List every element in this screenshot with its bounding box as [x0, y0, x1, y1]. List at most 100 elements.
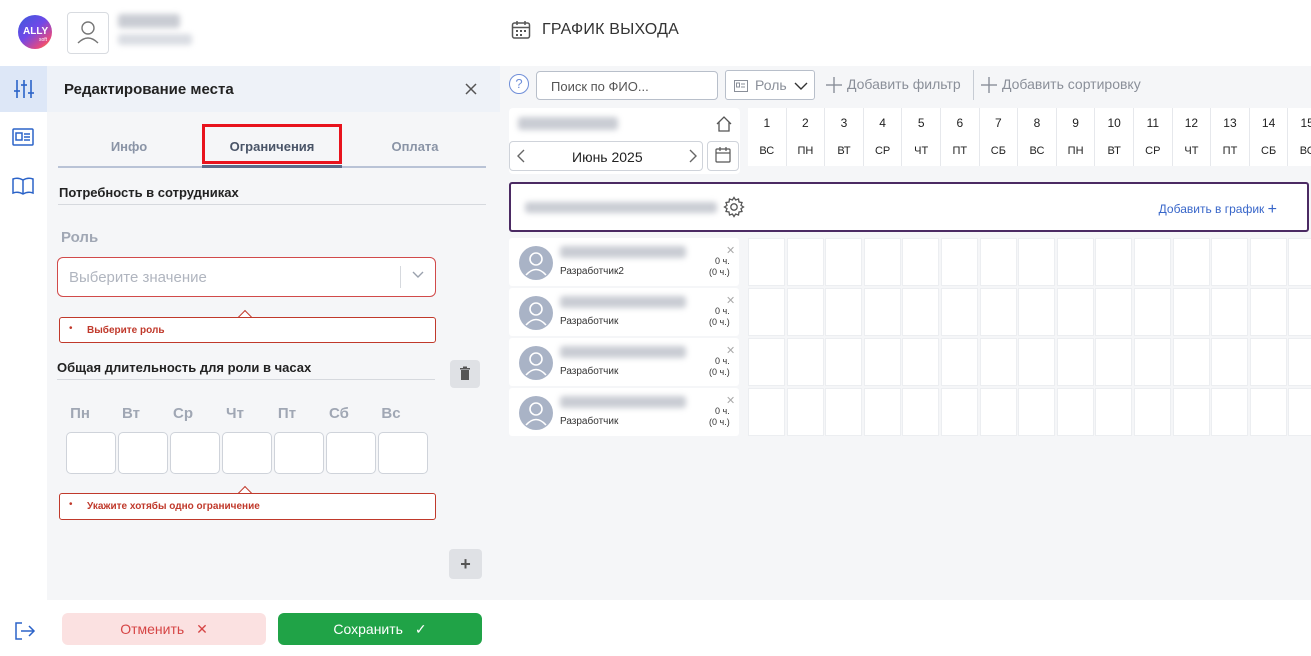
schedule-cell[interactable] [863, 388, 901, 436]
cancel-button[interactable]: Отменить ✕ [62, 613, 266, 645]
schedule-cell[interactable] [748, 238, 785, 286]
sliders-icon[interactable] [13, 78, 35, 105]
help-icon[interactable]: ? [509, 74, 529, 94]
hours-input-thu[interactable] [222, 432, 272, 474]
hours-input-tue[interactable] [118, 432, 168, 474]
schedule-cell[interactable] [979, 338, 1017, 386]
left-rail [0, 66, 47, 656]
schedule-cell[interactable] [1095, 238, 1133, 286]
role-filter-dropdown[interactable]: Роль [725, 70, 815, 100]
logout-icon[interactable] [14, 621, 36, 646]
tab-info[interactable]: Инфо [59, 139, 199, 154]
schedule-cell[interactable] [902, 338, 940, 386]
schedule-cell[interactable] [1018, 388, 1056, 436]
schedule-cell[interactable] [1134, 388, 1171, 436]
schedule-cell[interactable] [1249, 238, 1287, 286]
employee-row[interactable]: Разработчик2 ✕ 0 ч. (0 ч.) [509, 238, 739, 286]
schedule-cell[interactable] [941, 388, 978, 436]
schedule-cell[interactable] [863, 338, 901, 386]
save-button[interactable]: Сохранить ✓ [278, 613, 482, 645]
search-input[interactable]: Поиск по ФИО... [536, 71, 718, 100]
schedule-cell[interactable] [1018, 288, 1056, 336]
schedule-cell[interactable] [902, 238, 940, 286]
schedule-cell[interactable] [1211, 288, 1249, 336]
schedule-cell[interactable] [786, 338, 824, 386]
schedule-cell[interactable] [979, 388, 1017, 436]
chevron-down-icon[interactable] [411, 267, 425, 284]
schedule-cell[interactable] [786, 288, 824, 336]
schedule-cell[interactable] [1211, 238, 1249, 286]
schedule-cell[interactable] [863, 238, 901, 286]
schedule-cell[interactable] [902, 388, 940, 436]
schedule-cell[interactable] [1172, 288, 1210, 336]
schedule-cell[interactable] [941, 338, 978, 386]
app-logo[interactable]: ALLY soft [14, 12, 56, 54]
gear-icon[interactable] [723, 196, 745, 223]
schedule-cell[interactable] [1134, 338, 1171, 386]
close-icon[interactable] [464, 82, 478, 98]
schedule-cell[interactable] [1288, 238, 1311, 286]
schedule-cell[interactable] [786, 388, 824, 436]
schedule-cell[interactable] [1211, 388, 1249, 436]
schedule-cell[interactable] [979, 288, 1017, 336]
schedule-cell[interactable] [825, 338, 863, 386]
schedule-cell[interactable] [1288, 288, 1311, 336]
employee-row[interactable]: Разработчик ✕ 0 ч. (0 ч.) [509, 388, 739, 436]
schedule-cell[interactable] [1056, 388, 1094, 436]
user-avatar[interactable] [67, 12, 109, 54]
schedule-cell[interactable] [1095, 338, 1133, 386]
schedule-cell[interactable] [941, 288, 978, 336]
employee-row[interactable]: Разработчик ✕ 0 ч. (0 ч.) [509, 338, 739, 386]
schedule-cell[interactable] [1134, 288, 1171, 336]
schedule-cell[interactable] [825, 238, 863, 286]
hours-input-mon[interactable] [66, 432, 116, 474]
schedule-cell[interactable] [748, 288, 785, 336]
schedule-cell[interactable] [1056, 238, 1094, 286]
hours-input-sat[interactable] [326, 432, 376, 474]
schedule-cell[interactable] [1288, 388, 1311, 436]
schedule-cell[interactable] [902, 288, 940, 336]
home-icon[interactable] [715, 115, 733, 138]
add-sort-button[interactable]: Добавить сортировку [1002, 76, 1141, 92]
schedule-cell[interactable] [1018, 338, 1056, 386]
place-card[interactable]: Добавить в график + [509, 182, 1309, 232]
schedule-cell[interactable] [1095, 288, 1133, 336]
schedule-cell[interactable] [1172, 238, 1210, 286]
schedule-cell[interactable] [1172, 388, 1210, 436]
schedule-cell[interactable] [1249, 288, 1287, 336]
schedule-cell[interactable] [941, 238, 978, 286]
schedule-cell[interactable] [748, 338, 785, 386]
calendar-picker-button[interactable] [707, 141, 739, 171]
hours-input-sun[interactable] [378, 432, 428, 474]
chevron-right-icon[interactable] [687, 147, 699, 170]
add-to-schedule-button[interactable]: Добавить в график + [1159, 201, 1277, 219]
role-select[interactable]: Выберите значение [57, 257, 436, 297]
schedule-cell[interactable] [863, 288, 901, 336]
hours-input-fri[interactable] [274, 432, 324, 474]
schedule-cell[interactable] [748, 388, 785, 436]
schedule-cell[interactable] [1134, 238, 1171, 286]
schedule-cell[interactable] [825, 288, 863, 336]
schedule-cell[interactable] [1018, 238, 1056, 286]
employee-name-blurred [560, 296, 686, 308]
schedule-cell[interactable] [1249, 388, 1287, 436]
schedule-cell[interactable] [1172, 338, 1210, 386]
tab-payment[interactable]: Оплата [345, 139, 485, 154]
chevron-left-icon[interactable] [515, 147, 527, 170]
schedule-cell[interactable] [979, 238, 1017, 286]
schedule-cell[interactable] [1056, 338, 1094, 386]
delete-button[interactable] [450, 360, 480, 388]
add-filter-button[interactable]: Добавить фильтр [847, 76, 961, 92]
schedule-cell[interactable] [1211, 338, 1249, 386]
hours-input-wed[interactable] [170, 432, 220, 474]
schedule-cell[interactable] [1056, 288, 1094, 336]
add-restriction-button[interactable]: + [449, 549, 482, 579]
employee-row[interactable]: Разработчик ✕ 0 ч. (0 ч.) [509, 288, 739, 336]
schedule-cell[interactable] [786, 238, 824, 286]
schedule-cell[interactable] [825, 388, 863, 436]
schedule-cell[interactable] [1095, 388, 1133, 436]
id-card-icon[interactable] [12, 127, 34, 152]
schedule-cell[interactable] [1288, 338, 1311, 386]
book-icon[interactable] [12, 176, 34, 201]
schedule-cell[interactable] [1249, 338, 1287, 386]
